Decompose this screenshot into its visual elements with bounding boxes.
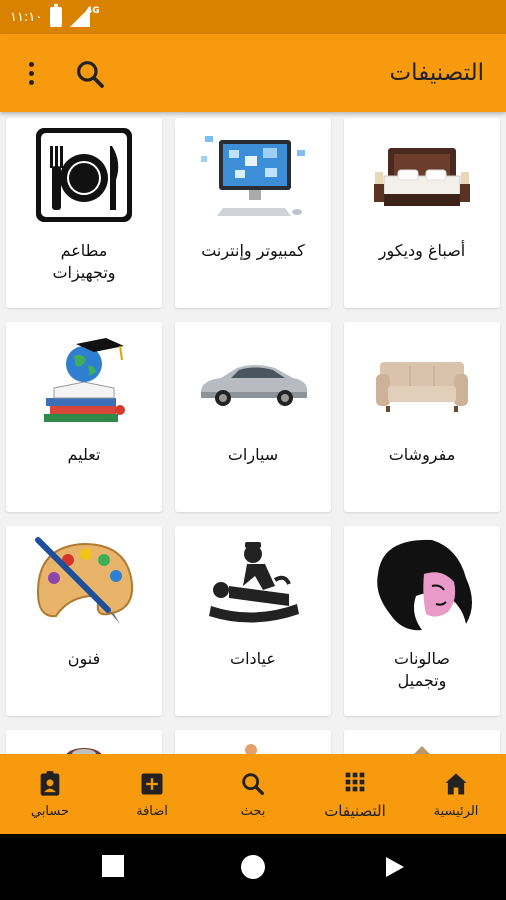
- bottom-navigation: الرئيسية التصنيفات بحث اضافة حسابي: [0, 754, 506, 834]
- category-card[interactable]: سيارات: [175, 322, 331, 512]
- category-card[interactable]: تعليم: [6, 322, 162, 512]
- recents-icon[interactable]: [102, 855, 124, 877]
- clinic-patient-icon: [209, 542, 299, 623]
- nav-add-label: اضافة: [136, 803, 168, 819]
- bed-icon: [374, 148, 470, 206]
- palette-icon: [35, 537, 134, 624]
- category-card[interactable]: صالونات وتجميل: [344, 526, 500, 716]
- category-label: أصباغ وديكور: [378, 241, 466, 260]
- category-card[interactable]: مفروشات: [344, 322, 500, 512]
- home-icon: [445, 773, 467, 794]
- category-label: تعليم: [67, 445, 101, 464]
- nav-search-label: بحث: [240, 803, 266, 819]
- category-label: مطاعم وتجهيزات: [52, 241, 116, 282]
- nav-categories[interactable]: التصنيفات: [305, 754, 405, 834]
- network-type: 4G: [86, 6, 100, 16]
- category-card[interactable]: عيادات: [175, 526, 331, 716]
- nav-home[interactable]: الرئيسية: [406, 754, 506, 834]
- salon-woman-icon: [377, 539, 472, 631]
- nav-categories-label: التصنيفات: [324, 802, 386, 820]
- home-circle-icon[interactable]: [241, 855, 265, 879]
- category-card[interactable]: كمبيوتر وإنترنت: [175, 118, 331, 308]
- nav-account[interactable]: حسابي: [0, 754, 100, 834]
- sofa-icon: [376, 362, 468, 412]
- app-bar: التصنيفات: [0, 34, 506, 112]
- add-box-icon: [141, 773, 163, 794]
- grid-icon: [345, 772, 365, 792]
- page-title: التصنيفات: [389, 60, 484, 86]
- nav-search[interactable]: بحث: [203, 754, 303, 834]
- category-label: فنون: [67, 649, 101, 668]
- clock: ١١:١٠: [10, 9, 43, 25]
- status-bar: ١١:١٠ 4G: [0, 0, 506, 34]
- nav-home-label: الرئيسية: [433, 803, 479, 819]
- category-card[interactable]: فنون: [6, 526, 162, 716]
- computer-icon: [201, 136, 305, 216]
- back-icon[interactable]: [382, 855, 406, 879]
- category-label: صالونات وتجميل: [394, 649, 450, 690]
- category-label: مفروشات: [388, 445, 456, 464]
- category-label: عيادات: [230, 649, 276, 668]
- category-grid: أصباغ وديكور كمبيوتر وإنترنت مطاعم وتجهي…: [6, 118, 500, 760]
- category-card[interactable]: أصباغ وديكور: [344, 118, 500, 308]
- restaurant-plate-icon: [36, 128, 132, 222]
- category-card[interactable]: مطاعم وتجهيزات: [6, 118, 162, 308]
- nav-account-label: حسابي: [30, 803, 70, 819]
- account-box-icon: [40, 770, 60, 796]
- search-icon[interactable]: [74, 58, 106, 90]
- search-icon: [242, 772, 264, 795]
- system-navigation-bar: [0, 834, 506, 900]
- overflow-menu-icon[interactable]: [16, 58, 46, 88]
- nav-add[interactable]: اضافة: [102, 754, 202, 834]
- category-label: كمبيوتر وإنترنت: [201, 241, 305, 260]
- education-globe-icon: [44, 338, 125, 422]
- battery-icon: [50, 4, 63, 27]
- category-label: سيارات: [227, 445, 279, 464]
- car-icon: [201, 365, 307, 406]
